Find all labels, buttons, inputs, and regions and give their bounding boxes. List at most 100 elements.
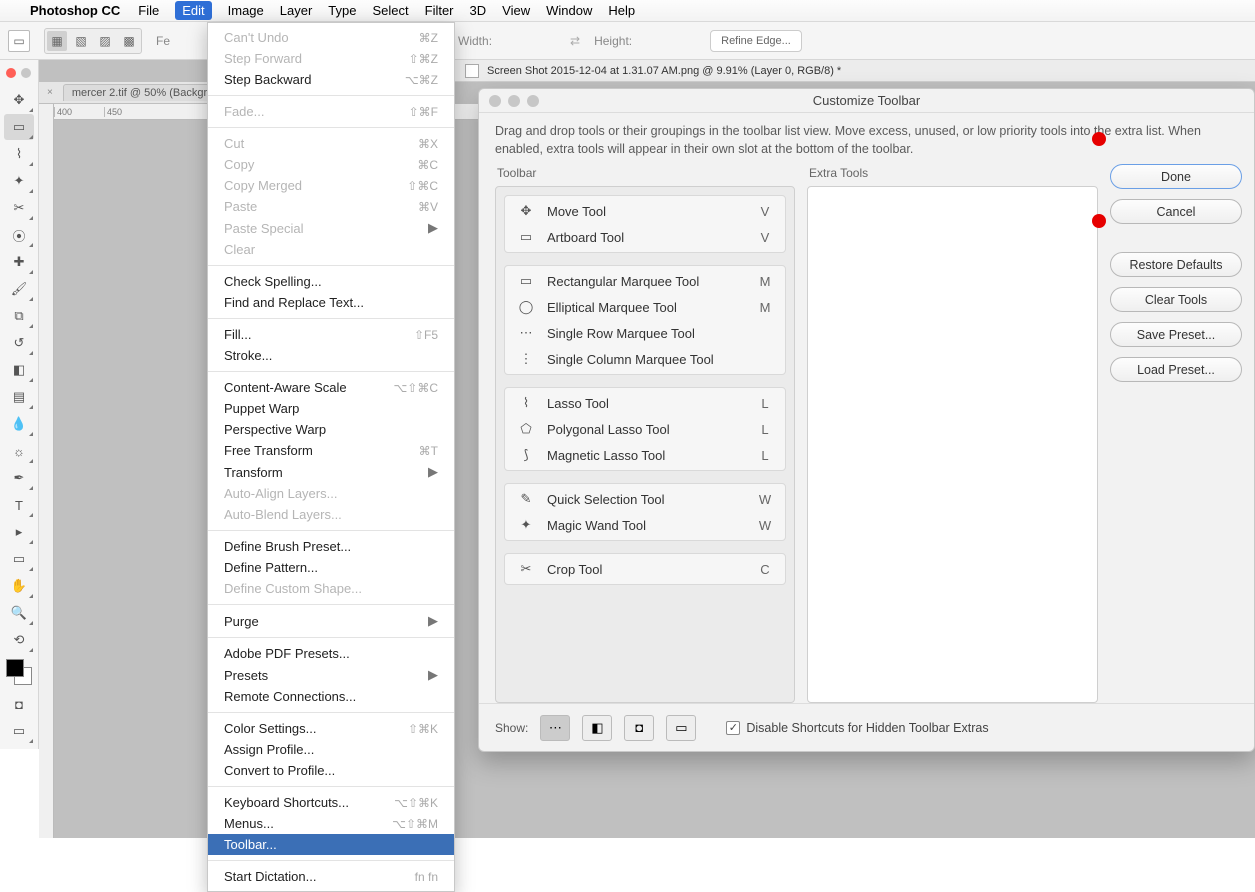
tool-eraser-icon[interactable]: ◧ xyxy=(4,357,34,383)
done-button[interactable]: Done xyxy=(1110,164,1242,189)
menubar-item-edit[interactable]: Edit xyxy=(175,1,211,20)
extra-tools-list[interactable] xyxy=(807,186,1098,703)
tool-blur-icon[interactable]: 💧 xyxy=(4,411,34,437)
tool-motion-icon[interactable]: ⟲ xyxy=(4,627,34,653)
show-quickmask-icon[interactable]: ◘ xyxy=(624,715,654,741)
color-swatch[interactable] xyxy=(6,659,32,685)
swap-wh-icon[interactable]: ⇄ xyxy=(570,34,580,48)
tab-close-icon[interactable]: × xyxy=(47,87,53,98)
edit-menu-item[interactable]: Content-Aware Scale⌥⇧⌘C xyxy=(208,377,454,398)
edit-menu-item[interactable]: Presets▶ xyxy=(208,664,454,686)
menubar-item-view[interactable]: View xyxy=(502,3,530,18)
screenmode-icon[interactable]: ▭ xyxy=(4,718,34,744)
tool-crop-icon[interactable]: ✂ xyxy=(4,195,34,221)
tool-row[interactable]: ⟆Magnetic Lasso ToolL xyxy=(505,442,785,468)
show-fg-bg-icon[interactable]: ◧ xyxy=(582,715,612,741)
toolbar-list[interactable]: ✥Move ToolV▭Artboard ToolV ▭Rectangular M… xyxy=(495,186,795,703)
tool-row[interactable]: ◯Elliptical Marquee ToolM xyxy=(505,294,785,320)
cancel-button[interactable]: Cancel xyxy=(1110,199,1242,224)
tool-move-icon[interactable]: ✥ xyxy=(4,87,34,113)
tool-history-icon[interactable]: ↺ xyxy=(4,330,34,356)
menubar-item-file[interactable]: File xyxy=(138,3,159,18)
tool-row[interactable]: ✦Magic Wand ToolW xyxy=(505,512,785,538)
load-preset-button[interactable]: Load Preset... xyxy=(1110,357,1242,382)
menubar-item-image[interactable]: Image xyxy=(228,3,264,18)
tool-path-sel-icon[interactable]: ▸ xyxy=(4,519,34,545)
tool-group[interactable]: ⌇Lasso ToolL⬠Polygonal Lasso ToolL⟆Magne… xyxy=(504,387,786,471)
tool-group[interactable]: ✥Move ToolV▭Artboard ToolV xyxy=(504,195,786,253)
document-tab[interactable]: mercer 2.tif @ 50% (Backgrou xyxy=(63,84,229,101)
subtract-selection-icon[interactable]: ▨ xyxy=(95,31,115,51)
tool-dodge-icon[interactable]: ☼ xyxy=(4,438,34,464)
edit-menu-item[interactable]: Define Pattern... xyxy=(208,557,454,578)
tool-row[interactable]: ▭Artboard ToolV xyxy=(505,224,785,250)
tool-hand-icon[interactable]: ✋ xyxy=(4,573,34,599)
tool-rectangle-icon[interactable]: ▭ xyxy=(4,546,34,572)
tool-clone-icon[interactable]: ⧉ xyxy=(4,303,34,329)
tool-zoom-icon[interactable]: 🔍 xyxy=(4,600,34,626)
add-selection-icon[interactable]: ▧ xyxy=(71,31,91,51)
edit-menu-item[interactable]: Adobe PDF Presets... xyxy=(208,643,454,664)
tool-gradient-icon[interactable]: ▤ xyxy=(4,384,34,410)
quickmask-icon[interactable]: ◘ xyxy=(4,691,34,717)
menubar-item-3d[interactable]: 3D xyxy=(470,3,487,18)
tool-row[interactable]: ✂Crop ToolC xyxy=(505,556,785,582)
tool-row[interactable]: ✥Move ToolV xyxy=(505,198,785,224)
edit-menu-item[interactable]: Transform▶ xyxy=(208,461,454,483)
checkbox-icon[interactable]: ✓ xyxy=(726,721,740,735)
tool-row[interactable]: ✎Quick Selection ToolW xyxy=(505,486,785,512)
edit-menu-item[interactable]: Stroke... xyxy=(208,345,454,366)
edit-menu-item[interactable]: Step Backward⌥⌘Z xyxy=(208,69,454,90)
tool-type-icon[interactable]: T xyxy=(4,492,34,518)
edit-menu-item[interactable]: Assign Profile... xyxy=(208,739,454,760)
edit-menu-item[interactable]: Start Dictation...fn fn xyxy=(208,866,454,887)
fg-color-icon[interactable] xyxy=(6,659,24,677)
edit-menu-item[interactable]: Find and Replace Text... xyxy=(208,292,454,313)
show-extras-icon[interactable]: ⋯ xyxy=(540,715,570,741)
edit-menu-item[interactable]: Color Settings...⇧⌘K xyxy=(208,718,454,739)
window-close-icon[interactable] xyxy=(6,68,16,78)
tool-row[interactable]: ⋮Single Column Marquee Tool xyxy=(505,346,785,372)
show-screenmode-icon[interactable]: ▭ xyxy=(666,715,696,741)
edit-menu-item[interactable]: Toolbar... xyxy=(208,834,454,855)
tool-brush-icon[interactable]: 🖌 xyxy=(4,276,34,302)
intersect-selection-icon[interactable]: ▩ xyxy=(119,31,139,51)
edit-menu-item[interactable]: Remote Connections... xyxy=(208,686,454,707)
menubar-item-help[interactable]: Help xyxy=(608,3,635,18)
tool-magic-wand-icon[interactable]: ✦ xyxy=(4,168,34,194)
edit-menu-item[interactable]: Keyboard Shortcuts...⌥⇧⌘K xyxy=(208,792,454,813)
edit-menu-item[interactable]: Menus...⌥⇧⌘M xyxy=(208,813,454,834)
menubar-item-select[interactable]: Select xyxy=(372,3,408,18)
edit-menu-item[interactable]: Free Transform⌘T xyxy=(208,440,454,461)
app-name[interactable]: Photoshop CC xyxy=(30,3,120,18)
edit-menu-item[interactable]: Convert to Profile... xyxy=(208,760,454,781)
tool-group[interactable]: ✂Crop ToolC xyxy=(504,553,786,585)
tool-healing-icon[interactable]: ✚ xyxy=(4,249,34,275)
menubar-item-type[interactable]: Type xyxy=(328,3,356,18)
tool-group[interactable]: ▭Rectangular Marquee ToolM◯Elliptical Ma… xyxy=(504,265,786,375)
tool-row[interactable]: ▭Rectangular Marquee ToolM xyxy=(505,268,785,294)
edit-menu-item[interactable]: Perspective Warp xyxy=(208,419,454,440)
tool-lasso-icon[interactable]: ⌇ xyxy=(4,141,34,167)
edit-menu-item[interactable]: Purge▶ xyxy=(208,610,454,632)
tool-row[interactable]: ⌇Lasso ToolL xyxy=(505,390,785,416)
tool-rect-marquee-icon[interactable]: ▭ xyxy=(4,114,34,140)
menubar-item-window[interactable]: Window xyxy=(546,3,592,18)
tool-group[interactable]: ✎Quick Selection ToolW✦Magic Wand ToolW xyxy=(504,483,786,541)
tool-pen-icon[interactable]: ✒ xyxy=(4,465,34,491)
tool-eyedropper-icon[interactable]: ⦿ xyxy=(4,222,34,248)
edit-menu-item[interactable]: Define Brush Preset... xyxy=(208,536,454,557)
tool-preset-icon[interactable]: ▭ xyxy=(8,30,30,52)
edit-menu-item[interactable]: Check Spelling... xyxy=(208,271,454,292)
disable-shortcuts-checkbox[interactable]: ✓ Disable Shortcuts for Hidden Toolbar E… xyxy=(726,721,988,735)
menubar-item-filter[interactable]: Filter xyxy=(425,3,454,18)
clear-tools-button[interactable]: Clear Tools xyxy=(1110,287,1242,312)
new-selection-icon[interactable]: ▦ xyxy=(47,31,67,51)
restore-defaults-button[interactable]: Restore Defaults xyxy=(1110,252,1242,277)
window-min-icon[interactable] xyxy=(21,68,31,78)
tool-row[interactable]: ⬠Polygonal Lasso ToolL xyxy=(505,416,785,442)
menubar-item-layer[interactable]: Layer xyxy=(280,3,313,18)
edit-menu-item[interactable]: Fill...⇧F5 xyxy=(208,324,454,345)
refine-edge-button[interactable]: Refine Edge... xyxy=(710,30,802,52)
edit-menu-item[interactable]: Puppet Warp xyxy=(208,398,454,419)
